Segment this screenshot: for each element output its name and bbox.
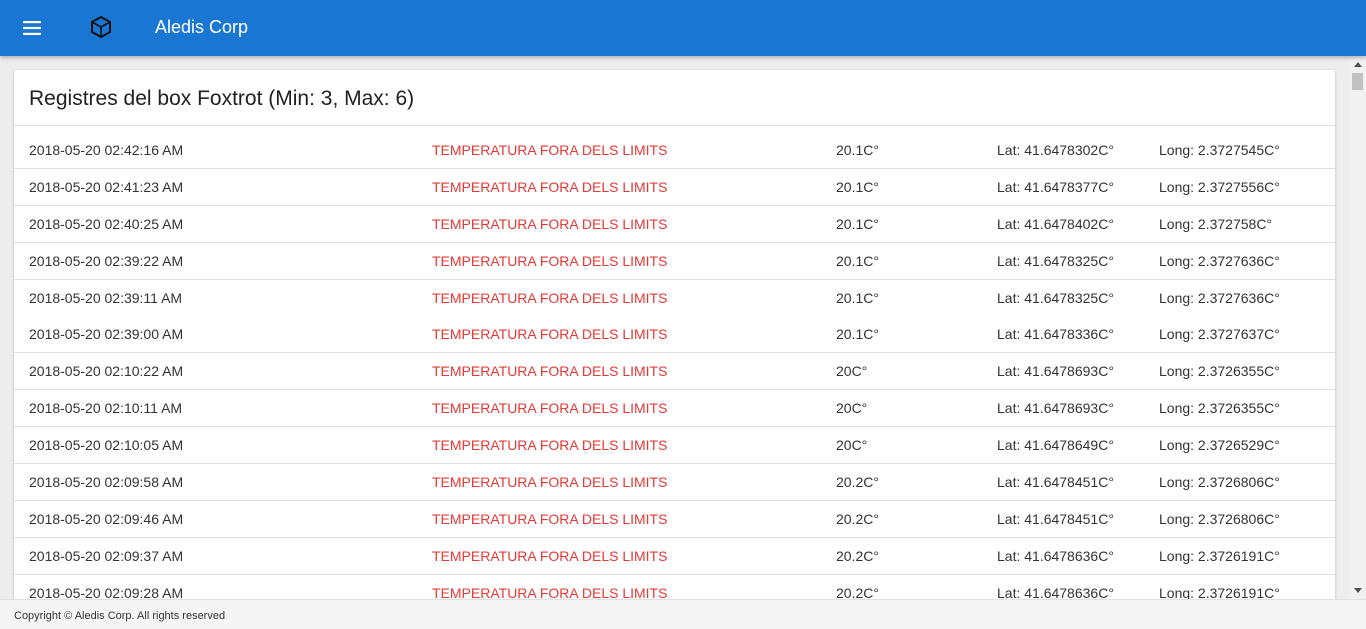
record-longitude: Long: 2.3727556C°: [1159, 179, 1280, 195]
record-temperature: 20.1C°: [836, 216, 879, 232]
record-row: 2018-05-20 02:39:11 AM TEMPERATURA FORA D…: [14, 280, 1335, 316]
record-date: 2018-05-20 02:42:16 AM: [29, 142, 184, 158]
record-temperature: 20.1C°: [836, 290, 879, 306]
record-latitude: Lat: 41.6478302C°: [997, 142, 1114, 158]
menu-button[interactable]: [16, 12, 48, 44]
record-longitude: Long: 2.3726191C°: [1159, 585, 1280, 599]
records-list: 2018-05-20 02:42:16 AM TEMPERATURA FORA D…: [14, 132, 1335, 599]
record-row: 2018-05-20 02:10:05 AM TEMPERATURA FORA D…: [14, 427, 1335, 464]
record-row: 2018-05-20 02:40:25 AM TEMPERATURA FORA D…: [14, 206, 1335, 243]
footer: Copyright © Aledis Corp. All rights rese…: [0, 599, 1366, 629]
record-latitude: Lat: 41.6478636C°: [997, 548, 1114, 564]
record-temperature: 20.1C°: [836, 253, 879, 269]
record-date: 2018-05-20 02:10:22 AM: [29, 363, 184, 379]
record-latitude: Lat: 41.6478325C°: [997, 253, 1114, 269]
record-row: 2018-05-20 02:09:28 AM TEMPERATURA FORA D…: [14, 575, 1335, 599]
record-row: 2018-05-20 02:39:22 AM TEMPERATURA FORA D…: [14, 243, 1335, 280]
record-status: TEMPERATURA FORA DELS LIMITS: [432, 511, 668, 527]
record-date: 2018-05-20 02:10:11 AM: [29, 400, 183, 416]
record-latitude: Lat: 41.6478325C°: [997, 290, 1114, 306]
record-longitude: Long: 2.3726806C°: [1159, 474, 1280, 490]
record-date: 2018-05-20 02:10:05 AM: [29, 437, 184, 453]
record-longitude: Long: 2.3726806C°: [1159, 511, 1280, 527]
vertical-scrollbar[interactable]: [1349, 56, 1366, 599]
record-latitude: Lat: 41.6478693C°: [997, 400, 1114, 416]
record-latitude: Lat: 41.6478451C°: [997, 511, 1114, 527]
record-row: 2018-05-20 02:10:22 AM TEMPERATURA FORA D…: [14, 353, 1335, 390]
records-card: Registres del box Foxtrot (Min: 3, Max: …: [14, 70, 1335, 599]
app-bar: Aledis Corp: [0, 0, 1366, 56]
record-temperature: 20.2C°: [836, 548, 879, 564]
record-latitude: Lat: 41.6478451C°: [997, 474, 1114, 490]
record-temperature: 20.1C°: [836, 142, 879, 158]
record-status: TEMPERATURA FORA DELS LIMITS: [432, 253, 668, 269]
record-temperature: 20.2C°: [836, 585, 879, 599]
record-longitude: Long: 2.3727636C°: [1159, 253, 1280, 269]
record-row: 2018-05-20 02:41:23 AM TEMPERATURA FORA D…: [14, 169, 1335, 206]
record-status: TEMPERATURA FORA DELS LIMITS: [432, 437, 668, 453]
record-date: 2018-05-20 02:39:11 AM: [29, 290, 183, 306]
record-latitude: Lat: 41.6478377C°: [997, 179, 1114, 195]
arrow-up-icon: [1353, 62, 1362, 67]
copyright-text: Copyright © Aledis Corp. All rights rese…: [14, 610, 226, 622]
record-status: TEMPERATURA FORA DELS LIMITS: [432, 326, 668, 342]
record-temperature: 20.1C°: [836, 326, 879, 342]
record-temperature: 20.2C°: [836, 474, 879, 490]
record-date: 2018-05-20 02:41:23 AM: [29, 179, 184, 195]
record-row: 2018-05-20 02:42:16 AM TEMPERATURA FORA D…: [14, 132, 1335, 169]
record-longitude: Long: 2.372758C°: [1159, 216, 1273, 232]
record-date: 2018-05-20 02:09:28 AM: [29, 585, 184, 599]
record-status: TEMPERATURA FORA DELS LIMITS: [432, 216, 668, 232]
record-longitude: Long: 2.3727545C°: [1159, 142, 1280, 158]
record-longitude: Long: 2.3726191C°: [1159, 548, 1280, 564]
record-row: 2018-05-20 02:09:46 AM TEMPERATURA FORA D…: [14, 501, 1335, 538]
scroll-up-button[interactable]: [1349, 56, 1366, 73]
record-longitude: Long: 2.3726529C°: [1159, 437, 1280, 453]
record-latitude: Lat: 41.6478636C°: [997, 585, 1114, 599]
record-longitude: Long: 2.3726355C°: [1159, 363, 1280, 379]
record-status: TEMPERATURA FORA DELS LIMITS: [432, 585, 668, 599]
record-row: 2018-05-20 02:09:37 AM TEMPERATURA FORA D…: [14, 538, 1335, 575]
card-divider: [14, 125, 1335, 126]
hamburger-menu-icon: [23, 21, 41, 35]
record-latitude: Lat: 41.6478693C°: [997, 363, 1114, 379]
record-longitude: Long: 2.3727636C°: [1159, 290, 1280, 306]
record-temperature: 20.2C°: [836, 511, 879, 527]
scroll-down-button[interactable]: [1349, 582, 1366, 599]
record-date: 2018-05-20 02:09:58 AM: [29, 474, 184, 490]
cube-icon: [91, 16, 111, 38]
record-row: 2018-05-20 02:09:58 AM TEMPERATURA FORA D…: [14, 464, 1335, 501]
record-status: TEMPERATURA FORA DELS LIMITS: [432, 142, 668, 158]
scrollbar-thumb[interactable]: [1352, 73, 1363, 90]
record-longitude: Long: 2.3726355C°: [1159, 400, 1280, 416]
record-date: 2018-05-20 02:39:00 AM: [29, 326, 184, 342]
record-temperature: 20.1C°: [836, 179, 879, 195]
record-date: 2018-05-20 02:39:22 AM: [29, 253, 184, 269]
record-temperature: 20C°: [836, 400, 868, 416]
card-title: Registres del box Foxtrot (Min: 3, Max: …: [29, 87, 415, 110]
record-status: TEMPERATURA FORA DELS LIMITS: [432, 474, 668, 490]
record-latitude: Lat: 41.6478336C°: [997, 326, 1114, 342]
record-date: 2018-05-20 02:09:37 AM: [29, 548, 184, 564]
record-status: TEMPERATURA FORA DELS LIMITS: [432, 400, 668, 416]
record-status: TEMPERATURA FORA DELS LIMITS: [432, 548, 668, 564]
arrow-down-icon: [1353, 588, 1362, 593]
record-date: 2018-05-20 02:09:46 AM: [29, 511, 184, 527]
record-temperature: 20C°: [836, 437, 868, 453]
record-temperature: 20C°: [836, 363, 868, 379]
record-latitude: Lat: 41.6478402C°: [997, 216, 1114, 232]
record-longitude: Long: 2.3727637C°: [1159, 326, 1280, 342]
record-row: 2018-05-20 02:39:00 AM TEMPERATURA FORA D…: [14, 316, 1335, 353]
record-status: TEMPERATURA FORA DELS LIMITS: [432, 363, 668, 379]
record-row: 2018-05-20 02:10:11 AM TEMPERATURA FORA D…: [14, 390, 1335, 427]
app-title: Aledis Corp: [155, 17, 249, 37]
record-latitude: Lat: 41.6478649C°: [997, 437, 1114, 453]
record-status: TEMPERATURA FORA DELS LIMITS: [432, 290, 668, 306]
record-status: TEMPERATURA FORA DELS LIMITS: [432, 179, 668, 195]
main-content: Registres del box Foxtrot (Min: 3, Max: …: [0, 56, 1348, 599]
record-date: 2018-05-20 02:40:25 AM: [29, 216, 184, 232]
